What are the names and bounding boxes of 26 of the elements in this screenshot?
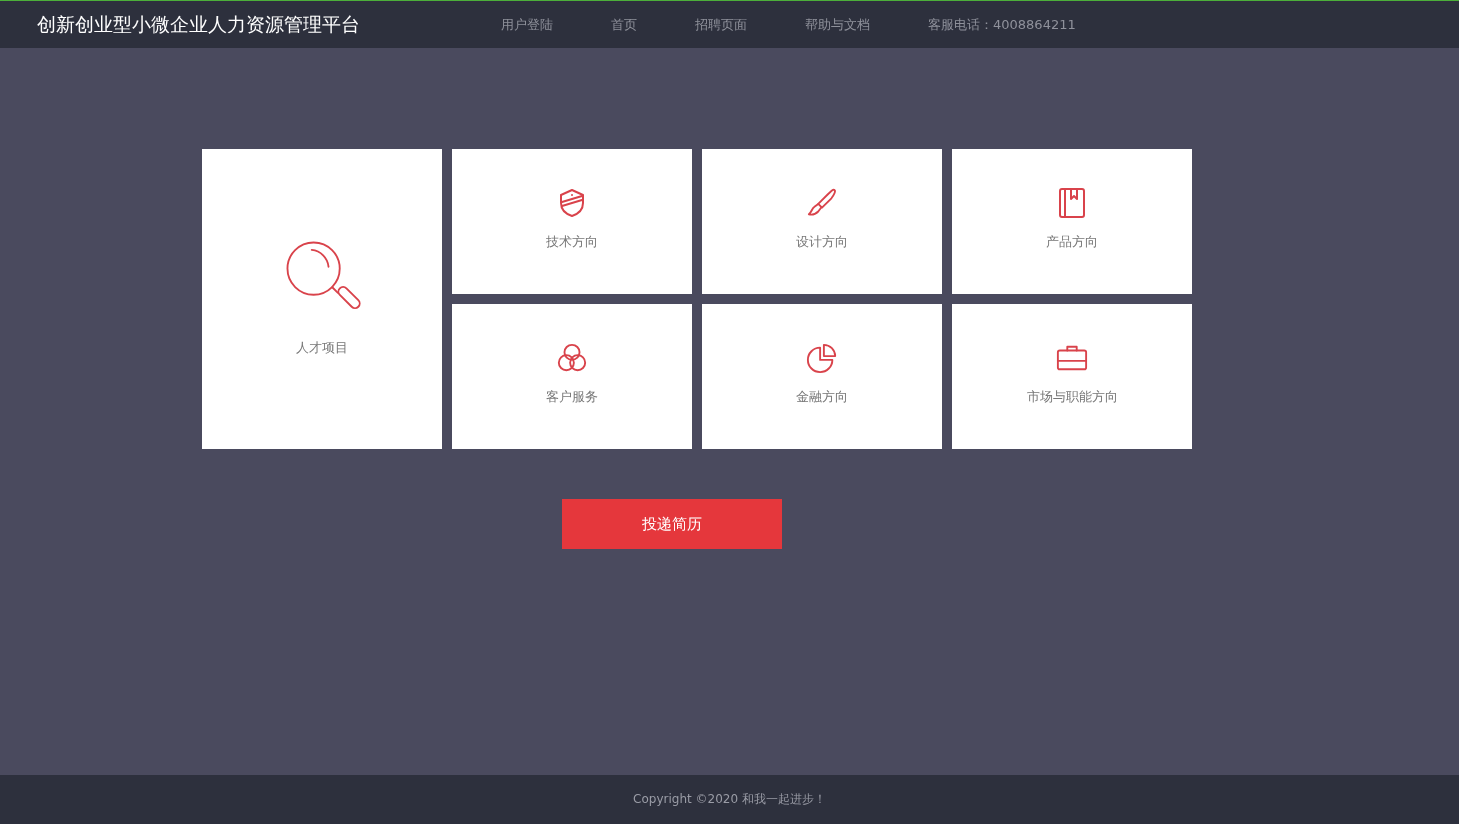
submit-resume-button[interactable]: 投递简历	[562, 499, 782, 549]
category-tile[interactable]: 设计方向	[702, 149, 942, 294]
nav-link[interactable]: 帮助与文档	[805, 15, 870, 34]
category-tile[interactable]: 市场与职能方向	[952, 304, 1192, 449]
tile-label: 人才项目	[296, 339, 348, 357]
category-tile[interactable]: 人才项目	[202, 149, 442, 449]
nav-link[interactable]: 用户登陆	[501, 15, 553, 34]
tile-label: 金融方向	[796, 387, 848, 406]
nav-link[interactable]: 首页	[611, 15, 637, 34]
overlapping-circles-icon	[556, 341, 588, 374]
tile-label: 设计方向	[796, 232, 848, 251]
category-tile[interactable]: 产品方向	[952, 149, 1192, 294]
pie-chart-icon	[806, 341, 838, 374]
category-tile[interactable]: 金融方向	[702, 304, 942, 449]
tile-label: 产品方向	[1046, 232, 1098, 251]
tile-label: 客户服务	[546, 387, 598, 406]
nav-link[interactable]: 客服电话：4008864211	[928, 15, 1076, 34]
category-tile[interactable]: 客户服务	[452, 304, 692, 449]
site-title: 创新创业型小微企业人力资源管理平台	[37, 11, 361, 37]
tile-label: 技术方向	[546, 232, 598, 251]
category-tile[interactable]: 技术方向	[452, 149, 692, 294]
tile-label: 市场与职能方向	[1026, 387, 1118, 406]
copyright-text: Copyright ©2020 和我一起进步！	[633, 791, 826, 808]
paintbrush-icon	[806, 186, 838, 219]
nav-link[interactable]: 招聘页面	[695, 15, 747, 34]
book-icon	[1056, 186, 1088, 219]
